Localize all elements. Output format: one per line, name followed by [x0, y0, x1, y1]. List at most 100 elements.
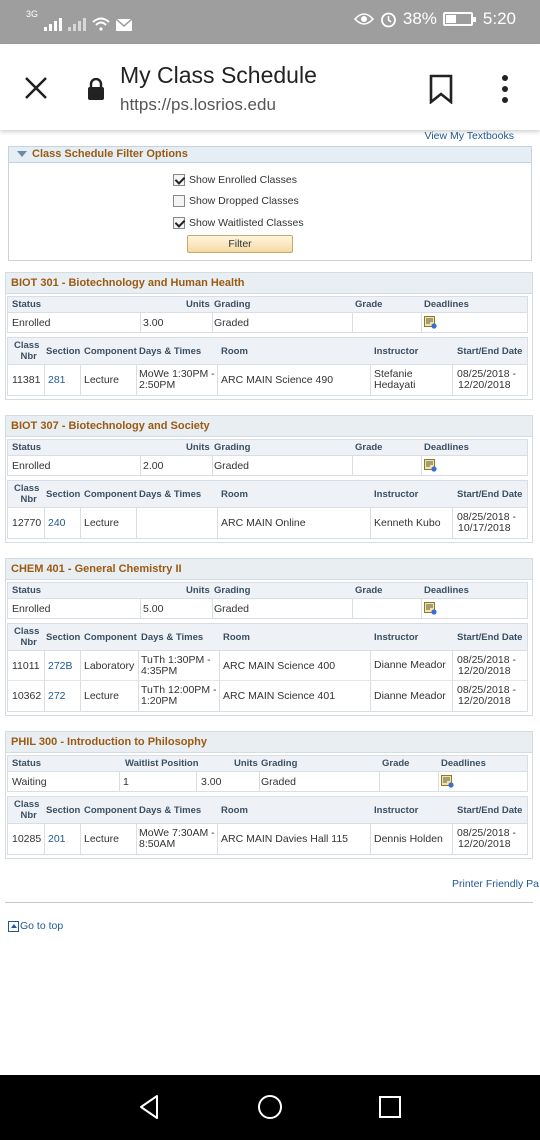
class-nbr-header: Class Nbr: [14, 481, 39, 507]
start-end-date-value: 08/25/2018 -12/20/2018: [457, 365, 516, 395]
class-header-row: Class Nbr Section Component Days & Times Room…: [8, 338, 527, 365]
waitlisted-checkbox[interactable]: [173, 217, 185, 229]
deadlines-calendar-icon[interactable]: [424, 316, 437, 329]
units-value: 3.00: [143, 316, 164, 329]
close-icon[interactable]: [22, 74, 50, 102]
class-row: 12770 240 Lecture ARC MAIN Online Kenneth Ku…: [8, 508, 527, 538]
column-divider: [219, 651, 220, 680]
enrolled-checkbox-label: Show Enrolled Classes: [189, 174, 297, 186]
grading-value: Graded: [214, 459, 250, 472]
filter-option-dropped[interactable]: Show Dropped Classes: [173, 192, 299, 210]
deadlines-cell[interactable]: [424, 456, 437, 475]
deadlines-cell[interactable]: [424, 313, 437, 332]
go-to-top-icon[interactable]: [8, 920, 19, 932]
column-divider: [421, 313, 422, 332]
deadlines-cell[interactable]: [441, 772, 454, 791]
browser-toolbar: My Class Schedule https://ps.losrios.edu: [0, 44, 540, 130]
column-divider: [212, 599, 213, 618]
waitlist-position-value: 1: [123, 775, 129, 788]
deadlines-calendar-icon[interactable]: [441, 775, 454, 788]
room-value: ARC MAIN Science 490: [221, 374, 334, 386]
eye-icon: [353, 13, 374, 25]
start-end-header: Start/End Date: [457, 631, 523, 643]
filter-button[interactable]: Filter: [187, 235, 293, 253]
alarm-icon: [380, 12, 396, 27]
filter-options-title: Class Schedule Filter Options: [32, 148, 188, 160]
bookmark-icon[interactable]: [428, 74, 454, 104]
start-end-header: Start/End Date: [457, 488, 523, 500]
column-divider: [370, 508, 371, 538]
status-header-row: Status Units Grading Grade Deadlines: [8, 297, 527, 313]
back-icon[interactable]: [136, 1093, 164, 1121]
grading-header: Grading: [214, 585, 251, 596]
days-times-header: Days & Times: [141, 631, 204, 643]
units-header: Units: [186, 299, 210, 310]
column-divider: [140, 599, 141, 618]
divider: [5, 902, 533, 903]
dropped-checkbox[interactable]: [173, 195, 185, 207]
page-url[interactable]: https://ps.losrios.edu: [120, 95, 276, 115]
column-divider: [136, 365, 137, 395]
column-divider: [421, 456, 422, 475]
column-divider: [80, 508, 81, 538]
home-icon[interactable]: [256, 1093, 284, 1121]
filter-options-header[interactable]: Class Schedule Filter Options: [9, 147, 531, 163]
column-divider: [80, 681, 81, 711]
view-textbooks-link[interactable]: View My Textbooks: [425, 130, 515, 142]
clock-time: 5:20: [482, 9, 516, 28]
column-divider: [217, 824, 218, 854]
class-nbr-header-line1: Class: [14, 626, 40, 637]
filter-option-waitlisted[interactable]: Show Waitlisted Classes: [173, 214, 304, 232]
more-vert-icon[interactable]: [500, 74, 510, 104]
signal-secondary-icon: [68, 17, 87, 31]
days-times-line2: 4:35PM: [141, 664, 178, 677]
class-nbr-header-line1: Class: [14, 340, 40, 351]
units-header: Units: [186, 442, 210, 453]
end-date: 12/20/2018: [458, 695, 511, 707]
end-date: 12/20/2018: [458, 379, 511, 391]
class-nbr-value: 11011: [12, 659, 40, 672]
instructor-value: Dennis Holden: [374, 824, 443, 854]
column-divider: [370, 651, 371, 680]
column-divider: [44, 681, 45, 711]
section-link[interactable]: 240: [48, 508, 66, 538]
deadlines-cell[interactable]: [424, 599, 437, 618]
section-link[interactable]: 281: [48, 365, 66, 395]
section-link[interactable]: 201: [48, 824, 66, 854]
start-date: 08/25/2018 -: [457, 653, 516, 666]
end-date: 12/20/2018: [458, 664, 511, 677]
navigation-bar: [0, 1075, 540, 1140]
recent-apps-icon[interactable]: [376, 1093, 404, 1121]
days-times-value: TuTh 1:30PM -4:35PM: [141, 651, 211, 680]
room-value: ARC MAIN Online: [221, 517, 306, 529]
status-value: Enrolled: [12, 459, 51, 472]
class-nbr-value: 10285: [12, 833, 42, 845]
section-link[interactable]: 272B: [48, 651, 73, 680]
course-title: BIOT 301 - Biotechnology and Human Healt…: [6, 273, 532, 294]
class-header-row: Class Nbr Section Component Days & Times Room…: [8, 481, 527, 508]
days-times-line1: TuTh 1:30PM -: [141, 653, 211, 666]
column-divider: [219, 681, 220, 711]
class-row: 11011 272B Laboratory TuTh 1:30PM -4:35PM AR…: [8, 651, 527, 681]
units-value: 5.00: [143, 602, 164, 615]
room-header: Room: [221, 488, 248, 500]
units-value: 3.00: [201, 775, 222, 788]
class-header-row: Class Nbr Section Component Days & Times Room…: [8, 624, 527, 651]
deadlines-calendar-icon[interactable]: [424, 459, 437, 472]
wifi-icon: [92, 17, 110, 31]
class-nbr-value: 11381: [12, 374, 41, 386]
collapse-triangle-icon[interactable]: [17, 151, 27, 158]
start-end-header: Start/End Date: [457, 804, 523, 816]
column-divider: [452, 365, 453, 395]
filter-option-enrolled[interactable]: Show Enrolled Classes: [173, 171, 297, 189]
section-link[interactable]: 272: [48, 681, 66, 711]
status-header: Status: [12, 585, 42, 596]
go-to-top[interactable]: Go to top: [8, 920, 63, 932]
printer-friendly-link[interactable]: Printer Friendly Pa: [452, 878, 539, 890]
enrolled-checkbox[interactable]: [173, 174, 185, 186]
course-section: CHEM 401 - General Chemistry II Status Uni…: [5, 558, 533, 716]
go-to-top-link[interactable]: Go to top: [20, 920, 63, 932]
deadlines-calendar-icon[interactable]: [424, 602, 437, 615]
grading-value: Graded: [214, 602, 250, 615]
column-divider: [438, 772, 439, 791]
